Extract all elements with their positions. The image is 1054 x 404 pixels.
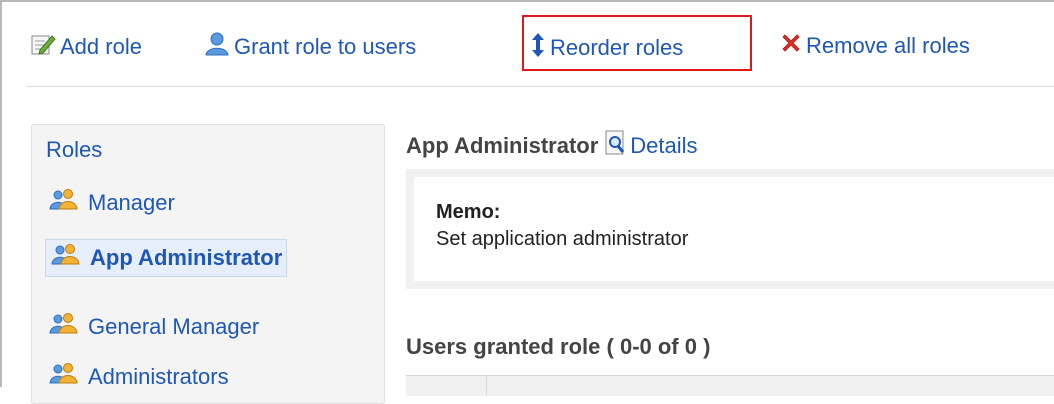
toolbar: Add role Grant role to users Reorder rol…: [24, 15, 1054, 72]
role-label: Manager: [88, 190, 175, 215]
remove-all-roles-link[interactable]: Remove all roles: [780, 32, 970, 60]
remove-all-roles-label: Remove all roles: [806, 33, 970, 58]
role-item-general-manager[interactable]: General Manager: [46, 313, 259, 341]
role-label: App Administrator: [90, 245, 283, 270]
role-item-manager[interactable]: Manager: [46, 189, 175, 217]
reorder-roles-label: Reorder roles: [550, 35, 684, 60]
up-down-arrow-icon: [530, 32, 546, 64]
add-role-link[interactable]: Add role: [30, 32, 142, 62]
memo-content: Memo: Set application administrator: [414, 177, 1054, 281]
details-label: Details: [630, 133, 698, 158]
edit-note-icon: [30, 32, 56, 62]
role-title: App Administrator: [406, 133, 599, 158]
users-group-icon: [46, 313, 86, 341]
roles-panel: Roles Manager App Administrator General …: [31, 124, 385, 404]
roles-heading: Roles: [46, 137, 103, 162]
role-label: General Manager: [88, 314, 260, 339]
grant-role-link[interactable]: Grant role to users: [204, 32, 416, 62]
memo-box: Memo: Set application administrator: [406, 169, 1054, 289]
table-column-divider: [486, 376, 487, 396]
toolbar-divider: [26, 86, 1054, 87]
role-label: Administrators: [88, 364, 229, 389]
memo-label: Memo:: [436, 201, 501, 223]
user-icon: [204, 32, 230, 62]
memo-text: Set application administrator: [436, 228, 689, 250]
role-item-app-administrator[interactable]: App Administrator: [45, 239, 288, 277]
role-title-row: App Administrator Details: [406, 130, 698, 162]
red-x-icon: [780, 32, 802, 60]
grant-role-label: Grant role to users: [234, 34, 417, 59]
users-granted-heading: Users granted role ( 0-0 of 0 ): [406, 334, 711, 359]
users-table-header: [406, 375, 1054, 396]
magnifier-document-icon: [604, 130, 630, 162]
add-role-label: Add role: [60, 34, 142, 59]
role-detail-pane: App Administrator Details Memo: Set appl…: [406, 124, 1054, 396]
users-group-icon: [48, 244, 88, 272]
users-group-icon: [46, 189, 86, 217]
details-link[interactable]: Details: [604, 130, 698, 162]
reorder-roles-link[interactable]: Reorder roles: [530, 32, 683, 64]
